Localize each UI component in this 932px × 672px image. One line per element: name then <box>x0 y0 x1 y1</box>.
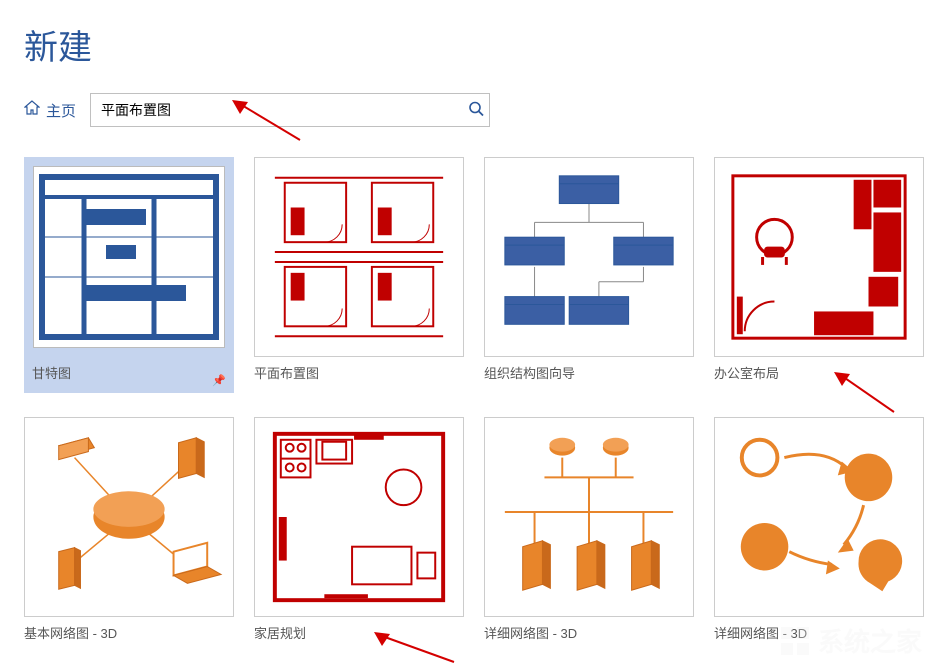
template-label: 详细网络图 - 3D <box>484 623 694 642</box>
template-label: 甘特图 <box>32 366 71 381</box>
search-box <box>90 93 490 127</box>
template-card-office-layout[interactable]: 办公室布局 <box>714 157 924 393</box>
templates-grid: 甘特图 📌 <box>24 157 908 642</box>
template-label: 基本网络图 - 3D <box>24 623 234 642</box>
template-label: 办公室布局 <box>714 363 924 382</box>
search-icon <box>468 105 484 120</box>
template-card-orgchart-wizard[interactable]: 组织结构图向导 <box>484 157 694 393</box>
template-thumbnail-floorplan-icon <box>255 158 463 356</box>
template-thumbnail-flow-icon <box>715 418 923 616</box>
template-label: 家居规划 <box>254 623 464 642</box>
search-button[interactable] <box>468 101 484 120</box>
template-thumbnail-gantt-icon <box>34 167 224 347</box>
template-thumbnail-orgchart-icon <box>485 158 693 356</box>
template-label: 组织结构图向导 <box>484 363 694 382</box>
pin-icon: 📌 <box>212 374 226 387</box>
search-input[interactable] <box>90 93 490 127</box>
watermark-text: 系统之家 <box>818 622 922 659</box>
template-card-home-plan[interactable]: 家居规划 <box>254 417 464 642</box>
template-card-floor-plan[interactable]: 平面布置图 <box>254 157 464 393</box>
watermark-logo-icon <box>778 624 812 658</box>
page-title: 新建 <box>24 20 908 69</box>
template-card-detail-network-3d-2[interactable]: 详细网络图 - 3D <box>714 417 924 642</box>
template-thumbnail-detail-network-icon <box>485 418 693 616</box>
home-label: 主页 <box>46 100 76 121</box>
home-icon <box>24 100 40 120</box>
template-thumbnail-homeplan-icon <box>255 418 463 616</box>
template-thumbnail-office-icon <box>715 158 923 356</box>
home-link[interactable]: 主页 <box>24 100 76 121</box>
template-card-detail-network-3d[interactable]: 详细网络图 - 3D <box>484 417 694 642</box>
template-label: 平面布置图 <box>254 363 464 382</box>
breadcrumb: 主页 <box>24 93 908 127</box>
template-thumbnail-basic-network-icon <box>25 418 233 616</box>
template-card-gantt[interactable]: 甘特图 📌 <box>24 157 234 393</box>
watermark: 系统之家 <box>778 622 922 659</box>
template-card-basic-network-3d[interactable]: 基本网络图 - 3D <box>24 417 234 642</box>
